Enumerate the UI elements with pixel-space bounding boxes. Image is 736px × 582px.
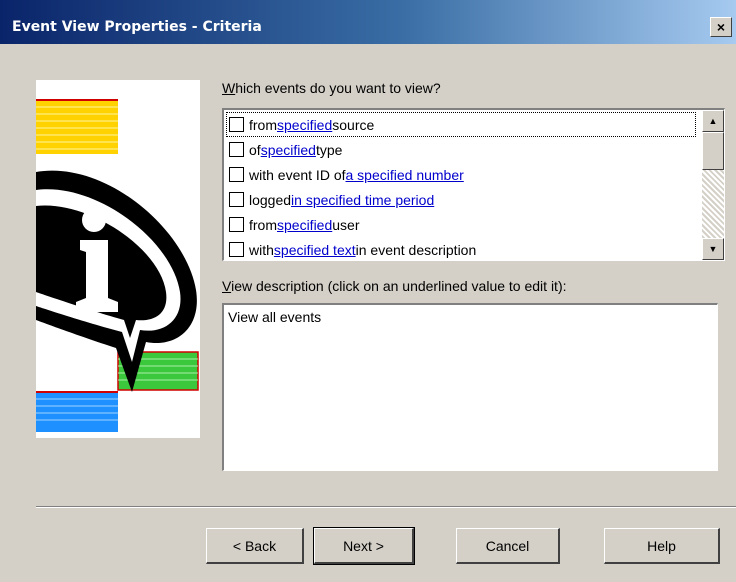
criteria-checkbox[interactable] [229, 217, 244, 232]
prompt-text: hich events do you want to view? [235, 80, 441, 96]
window-title: Event View Properties - Criteria [12, 19, 262, 35]
button-separator [36, 506, 736, 508]
criteria-item[interactable]: of specified type [226, 137, 696, 162]
info-speech-bubble-icon [36, 99, 199, 432]
scroll-down-button[interactable]: ▼ [702, 238, 724, 260]
criteria-link[interactable]: specified text [274, 242, 356, 258]
criteria-checkbox[interactable] [229, 242, 244, 257]
prompt-accel: W [222, 80, 236, 96]
criteria-checkbox[interactable] [229, 192, 244, 207]
criteria-link[interactable]: specified [277, 117, 332, 133]
criteria-item[interactable]: from specified source [226, 112, 696, 137]
next-button[interactable]: Next > [313, 527, 415, 565]
criteria-checkbox[interactable] [229, 142, 244, 157]
criteria-checkbox[interactable] [229, 167, 244, 182]
title-bar: Event View Properties - Criteria × [0, 0, 736, 44]
events-prompt-label: Which events do you want to view? [222, 80, 441, 96]
back-button[interactable]: < Back [206, 528, 304, 564]
criteria-link[interactable]: specified [261, 142, 316, 158]
view-description-label: View description (click on an underlined… [222, 278, 567, 294]
cancel-button[interactable]: Cancel [456, 528, 560, 564]
view-description-box[interactable]: View all events [222, 303, 718, 471]
criteria-scrollbar[interactable]: ▲ ▼ [702, 110, 724, 260]
criteria-listbox[interactable]: from specified source of specified type … [222, 108, 725, 261]
triangle-up-icon: ▲ [708, 116, 718, 126]
criteria-link[interactable]: in specified time period [291, 192, 434, 208]
wizard-illustration [36, 80, 200, 438]
close-icon: × [716, 19, 726, 35]
criteria-link[interactable]: a specified number [346, 167, 464, 183]
view-description-text: View all events [228, 309, 322, 325]
scroll-up-button[interactable]: ▲ [702, 110, 724, 132]
criteria-item[interactable]: with specified text in event description [226, 237, 696, 260]
criteria-link[interactable]: specified [277, 217, 332, 233]
close-button[interactable]: × [710, 17, 732, 37]
triangle-down-icon: ▼ [708, 244, 718, 254]
criteria-checkbox[interactable] [229, 117, 244, 132]
criteria-item[interactable]: from specified user [226, 212, 696, 237]
help-button[interactable]: Help [604, 528, 720, 564]
criteria-item[interactable]: with event ID of a specified number [226, 162, 696, 187]
scroll-thumb[interactable] [702, 132, 724, 170]
criteria-item[interactable]: logged in specified time period [226, 187, 696, 212]
